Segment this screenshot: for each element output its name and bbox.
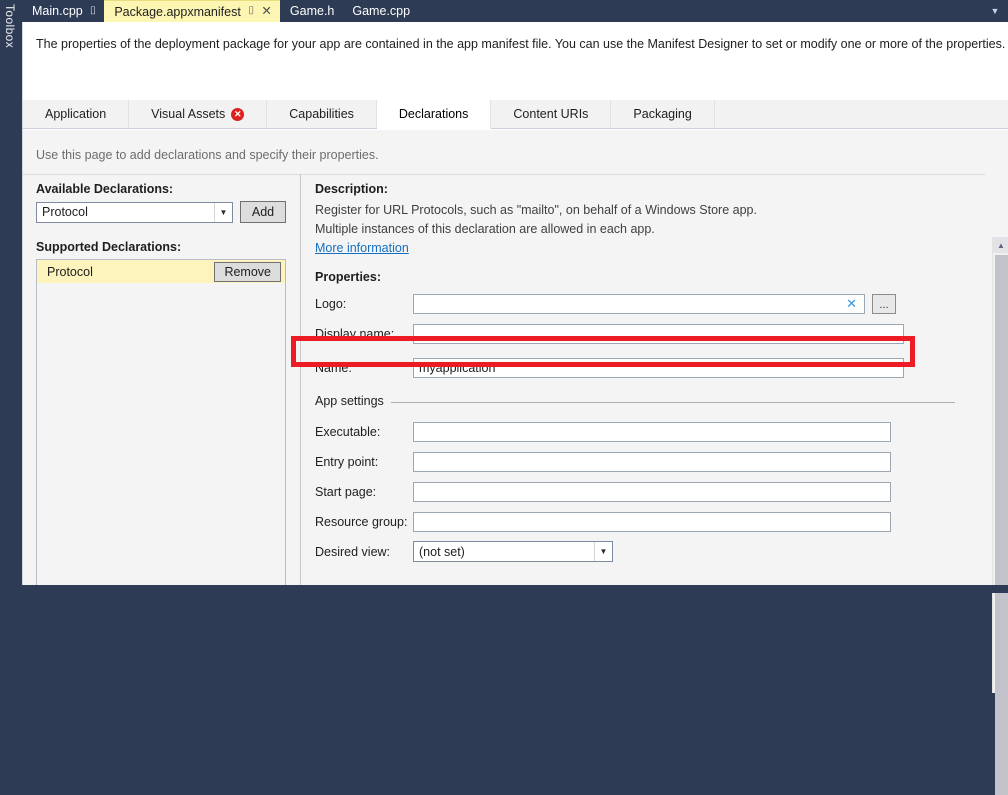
tab-label: Visual Assets: [151, 107, 226, 121]
properties-label: Properties:: [315, 270, 381, 284]
logo-label: Logo:: [315, 296, 347, 311]
document-tab-main-cpp[interactable]: Main.cpp ⌷: [22, 0, 105, 22]
scroll-up-arrow-icon[interactable]: ▲: [993, 237, 1008, 253]
executable-input[interactable]: [413, 421, 891, 442]
tab-capabilities[interactable]: Capabilities: [267, 100, 377, 128]
list-item[interactable]: Protocol Remove: [37, 260, 285, 283]
start-page-input[interactable]: [413, 481, 891, 502]
field-row-start-page: Start page:: [315, 481, 955, 502]
declarations-left-column: Available Declarations: Protocol ▼ Add S…: [36, 182, 286, 592]
pin-icon[interactable]: ⌷: [90, 5, 97, 17]
field-row-executable: Executable:: [315, 421, 955, 442]
available-declarations-value: Protocol: [42, 205, 88, 219]
entry-point-label: Entry point:: [315, 454, 379, 469]
document-tab-game-h[interactable]: Game.h: [279, 0, 343, 22]
available-declarations-combobox[interactable]: Protocol ▼: [36, 201, 233, 223]
field-row-desired-view: Desired view: (not set) ▼: [315, 541, 955, 562]
tab-label: Declarations: [398, 107, 469, 121]
supported-declarations-section: Supported Declarations: Protocol Remove: [36, 240, 286, 592]
chevron-down-icon[interactable]: ▼: [214, 202, 232, 222]
field-row-logo: Logo: ✕ ...: [315, 293, 955, 314]
document-tab-label: Package.appxmanifest: [114, 4, 241, 19]
document-tab-package-appxmanifest[interactable]: Package.appxmanifest ⌷ ✕: [104, 0, 280, 22]
vertical-scrollbar[interactable]: ▲: [992, 237, 1008, 795]
available-declarations-label: Available Declarations:: [36, 182, 174, 196]
tab-content-uris[interactable]: Content URIs: [491, 100, 612, 128]
close-icon[interactable]: ✕: [261, 5, 271, 18]
name-label: Name:: [315, 360, 352, 375]
field-row-resource-group: Resource group:: [315, 511, 955, 532]
pin-icon[interactable]: ⌷: [248, 6, 255, 17]
group-divider: [315, 402, 955, 403]
clear-icon[interactable]: ✕: [846, 297, 859, 310]
declaration-name: Protocol: [47, 264, 93, 279]
tab-declarations[interactable]: Declarations: [376, 100, 492, 129]
manifest-page-tabs: Application Visual Assets ✕ Capabilities…: [23, 100, 1008, 129]
more-information-link[interactable]: More information: [315, 239, 409, 258]
document-tab-label: Game.h: [289, 4, 335, 18]
tab-label: Capabilities: [289, 107, 354, 121]
tab-label: Packaging: [633, 107, 692, 121]
tab-application[interactable]: Application: [23, 100, 130, 128]
field-row-name: Name: myapplication: [315, 357, 955, 378]
app-settings-group-header: App settings: [315, 394, 955, 408]
tab-label: Content URIs: [513, 107, 589, 121]
tab-strip-spacer: [418, 0, 982, 22]
supported-declarations-label: Supported Declarations:: [36, 240, 182, 254]
field-row-display-name: Display name:: [315, 323, 955, 344]
visual-studio-window: Toolbox Main.cpp ⌷ Package.appxmanifest …: [0, 0, 1008, 795]
description-line-2: Multiple instances of this declaration a…: [315, 222, 655, 236]
logo-browse-button[interactable]: ...: [872, 293, 896, 314]
executable-label: Executable:: [315, 424, 381, 439]
designer-banner: The properties of the deployment package…: [23, 22, 1008, 78]
desired-view-value: (not set): [419, 544, 465, 559]
declarations-page: Use this page to add declarations and sp…: [23, 129, 1008, 795]
window-bottom-strip: [0, 585, 1008, 593]
document-tab-game-cpp[interactable]: Game.cpp: [342, 0, 419, 22]
remove-declaration-button[interactable]: Remove: [214, 261, 281, 282]
desired-view-combobox[interactable]: (not set) ▼: [413, 541, 613, 562]
field-row-entry-point: Entry point:: [315, 451, 955, 472]
chevron-down-icon[interactable]: ▼: [594, 542, 612, 561]
declarations-right-column: Description: Register for URL Protocols,…: [315, 182, 955, 562]
tab-visual-assets[interactable]: Visual Assets ✕: [129, 100, 268, 128]
name-value: myapplication: [419, 360, 496, 375]
resource-group-input[interactable]: [413, 511, 891, 532]
start-page-label: Start page:: [315, 484, 377, 499]
desired-view-label: Desired view:: [315, 544, 391, 559]
display-name-label: Display name:: [315, 326, 395, 341]
hint-divider: [23, 174, 985, 175]
tab-label: Application: [45, 107, 107, 121]
chevron-down-icon[interactable]: ▼: [982, 0, 1008, 22]
resource-group-label: Resource group:: [315, 514, 408, 529]
toolbox-panel-tab[interactable]: Toolbox: [0, 0, 22, 593]
app-settings-label: App settings: [315, 394, 391, 408]
supported-declarations-list[interactable]: Protocol Remove: [36, 259, 286, 592]
description-line-1: Register for URL Protocols, such as "mai…: [315, 203, 757, 217]
document-tab-strip: Main.cpp ⌷ Package.appxmanifest ⌷ ✕ Game…: [22, 0, 1008, 22]
name-input[interactable]: myapplication: [413, 357, 904, 378]
display-name-input[interactable]: [413, 323, 904, 344]
document-tab-label: Main.cpp: [32, 4, 83, 18]
add-declaration-button[interactable]: Add: [240, 201, 286, 223]
document-tab-label: Game.cpp: [352, 4, 411, 18]
available-declarations-row: Protocol ▼ Add: [36, 201, 286, 223]
error-badge-icon: ✕: [231, 107, 245, 121]
description-label: Description:: [315, 182, 388, 196]
tab-packaging[interactable]: Packaging: [611, 100, 715, 128]
page-hint-text: Use this page to add declarations and sp…: [36, 148, 379, 162]
logo-input[interactable]: ✕: [413, 293, 865, 314]
entry-point-input[interactable]: [413, 451, 891, 472]
scrollbar-thumb[interactable]: [995, 255, 1008, 795]
manifest-designer: The properties of the deployment package…: [22, 22, 1008, 795]
toolbox-label: Toolbox: [3, 4, 17, 49]
column-divider: [300, 174, 301, 586]
banner-text: The properties of the deployment package…: [36, 37, 1006, 51]
